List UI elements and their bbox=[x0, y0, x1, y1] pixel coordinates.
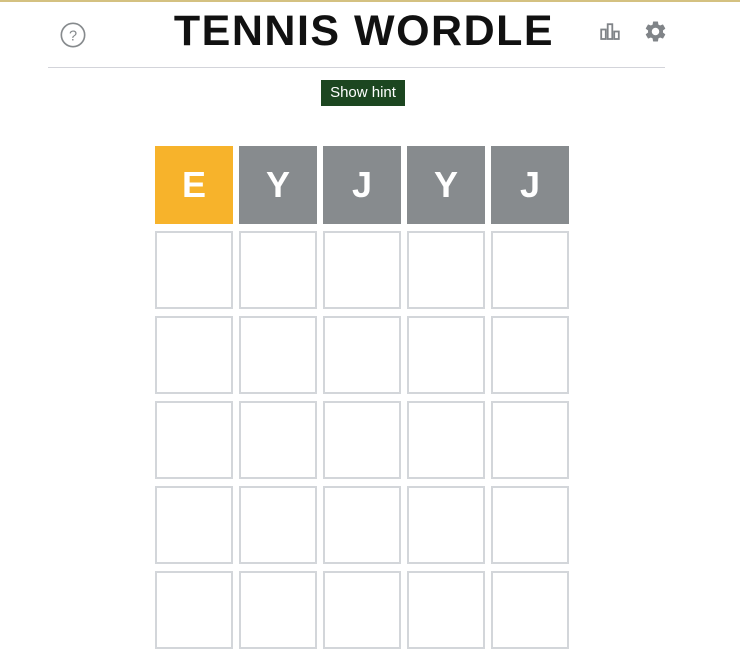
board-tile: E bbox=[155, 146, 233, 224]
board-tile bbox=[407, 571, 485, 649]
board-tile bbox=[155, 571, 233, 649]
svg-text:?: ? bbox=[68, 28, 76, 44]
board-tile bbox=[155, 401, 233, 479]
header-actions bbox=[597, 16, 668, 46]
board-tile: J bbox=[323, 146, 401, 224]
app-header: ? TENNIS WORDLE bbox=[0, 2, 740, 68]
board-tile bbox=[239, 401, 317, 479]
board-tile bbox=[323, 316, 401, 394]
board-tile bbox=[491, 401, 569, 479]
board-tile bbox=[323, 231, 401, 309]
header-divider bbox=[48, 67, 665, 68]
board-tile bbox=[155, 316, 233, 394]
board-tile bbox=[155, 231, 233, 309]
board-tile bbox=[323, 486, 401, 564]
board-tile bbox=[239, 316, 317, 394]
board-tile bbox=[239, 231, 317, 309]
board-tile: J bbox=[491, 146, 569, 224]
hint-toolbar: Show hint bbox=[0, 80, 740, 106]
board-tile bbox=[491, 571, 569, 649]
board-tile bbox=[407, 316, 485, 394]
bar-chart-icon[interactable] bbox=[597, 16, 623, 46]
board-tile bbox=[407, 401, 485, 479]
board-tile bbox=[407, 231, 485, 309]
board-tile: Y bbox=[407, 146, 485, 224]
wordle-board: EYJYJ bbox=[155, 146, 569, 649]
gear-icon[interactable] bbox=[642, 16, 668, 46]
app-root: ? TENNIS WORDLE Show hint EYJYJ bbox=[0, 0, 740, 667]
board-tile bbox=[239, 486, 317, 564]
board-tile bbox=[491, 231, 569, 309]
board-tile: Y bbox=[239, 146, 317, 224]
board-tile bbox=[491, 316, 569, 394]
board-tile bbox=[323, 401, 401, 479]
board-tile bbox=[155, 486, 233, 564]
board-tile bbox=[239, 571, 317, 649]
board-tile bbox=[491, 486, 569, 564]
help-icon[interactable]: ? bbox=[57, 19, 88, 50]
board-tile bbox=[407, 486, 485, 564]
board-tile bbox=[323, 571, 401, 649]
show-hint-button[interactable]: Show hint bbox=[321, 80, 405, 106]
page-title: TENNIS WORDLE bbox=[173, 6, 555, 55]
